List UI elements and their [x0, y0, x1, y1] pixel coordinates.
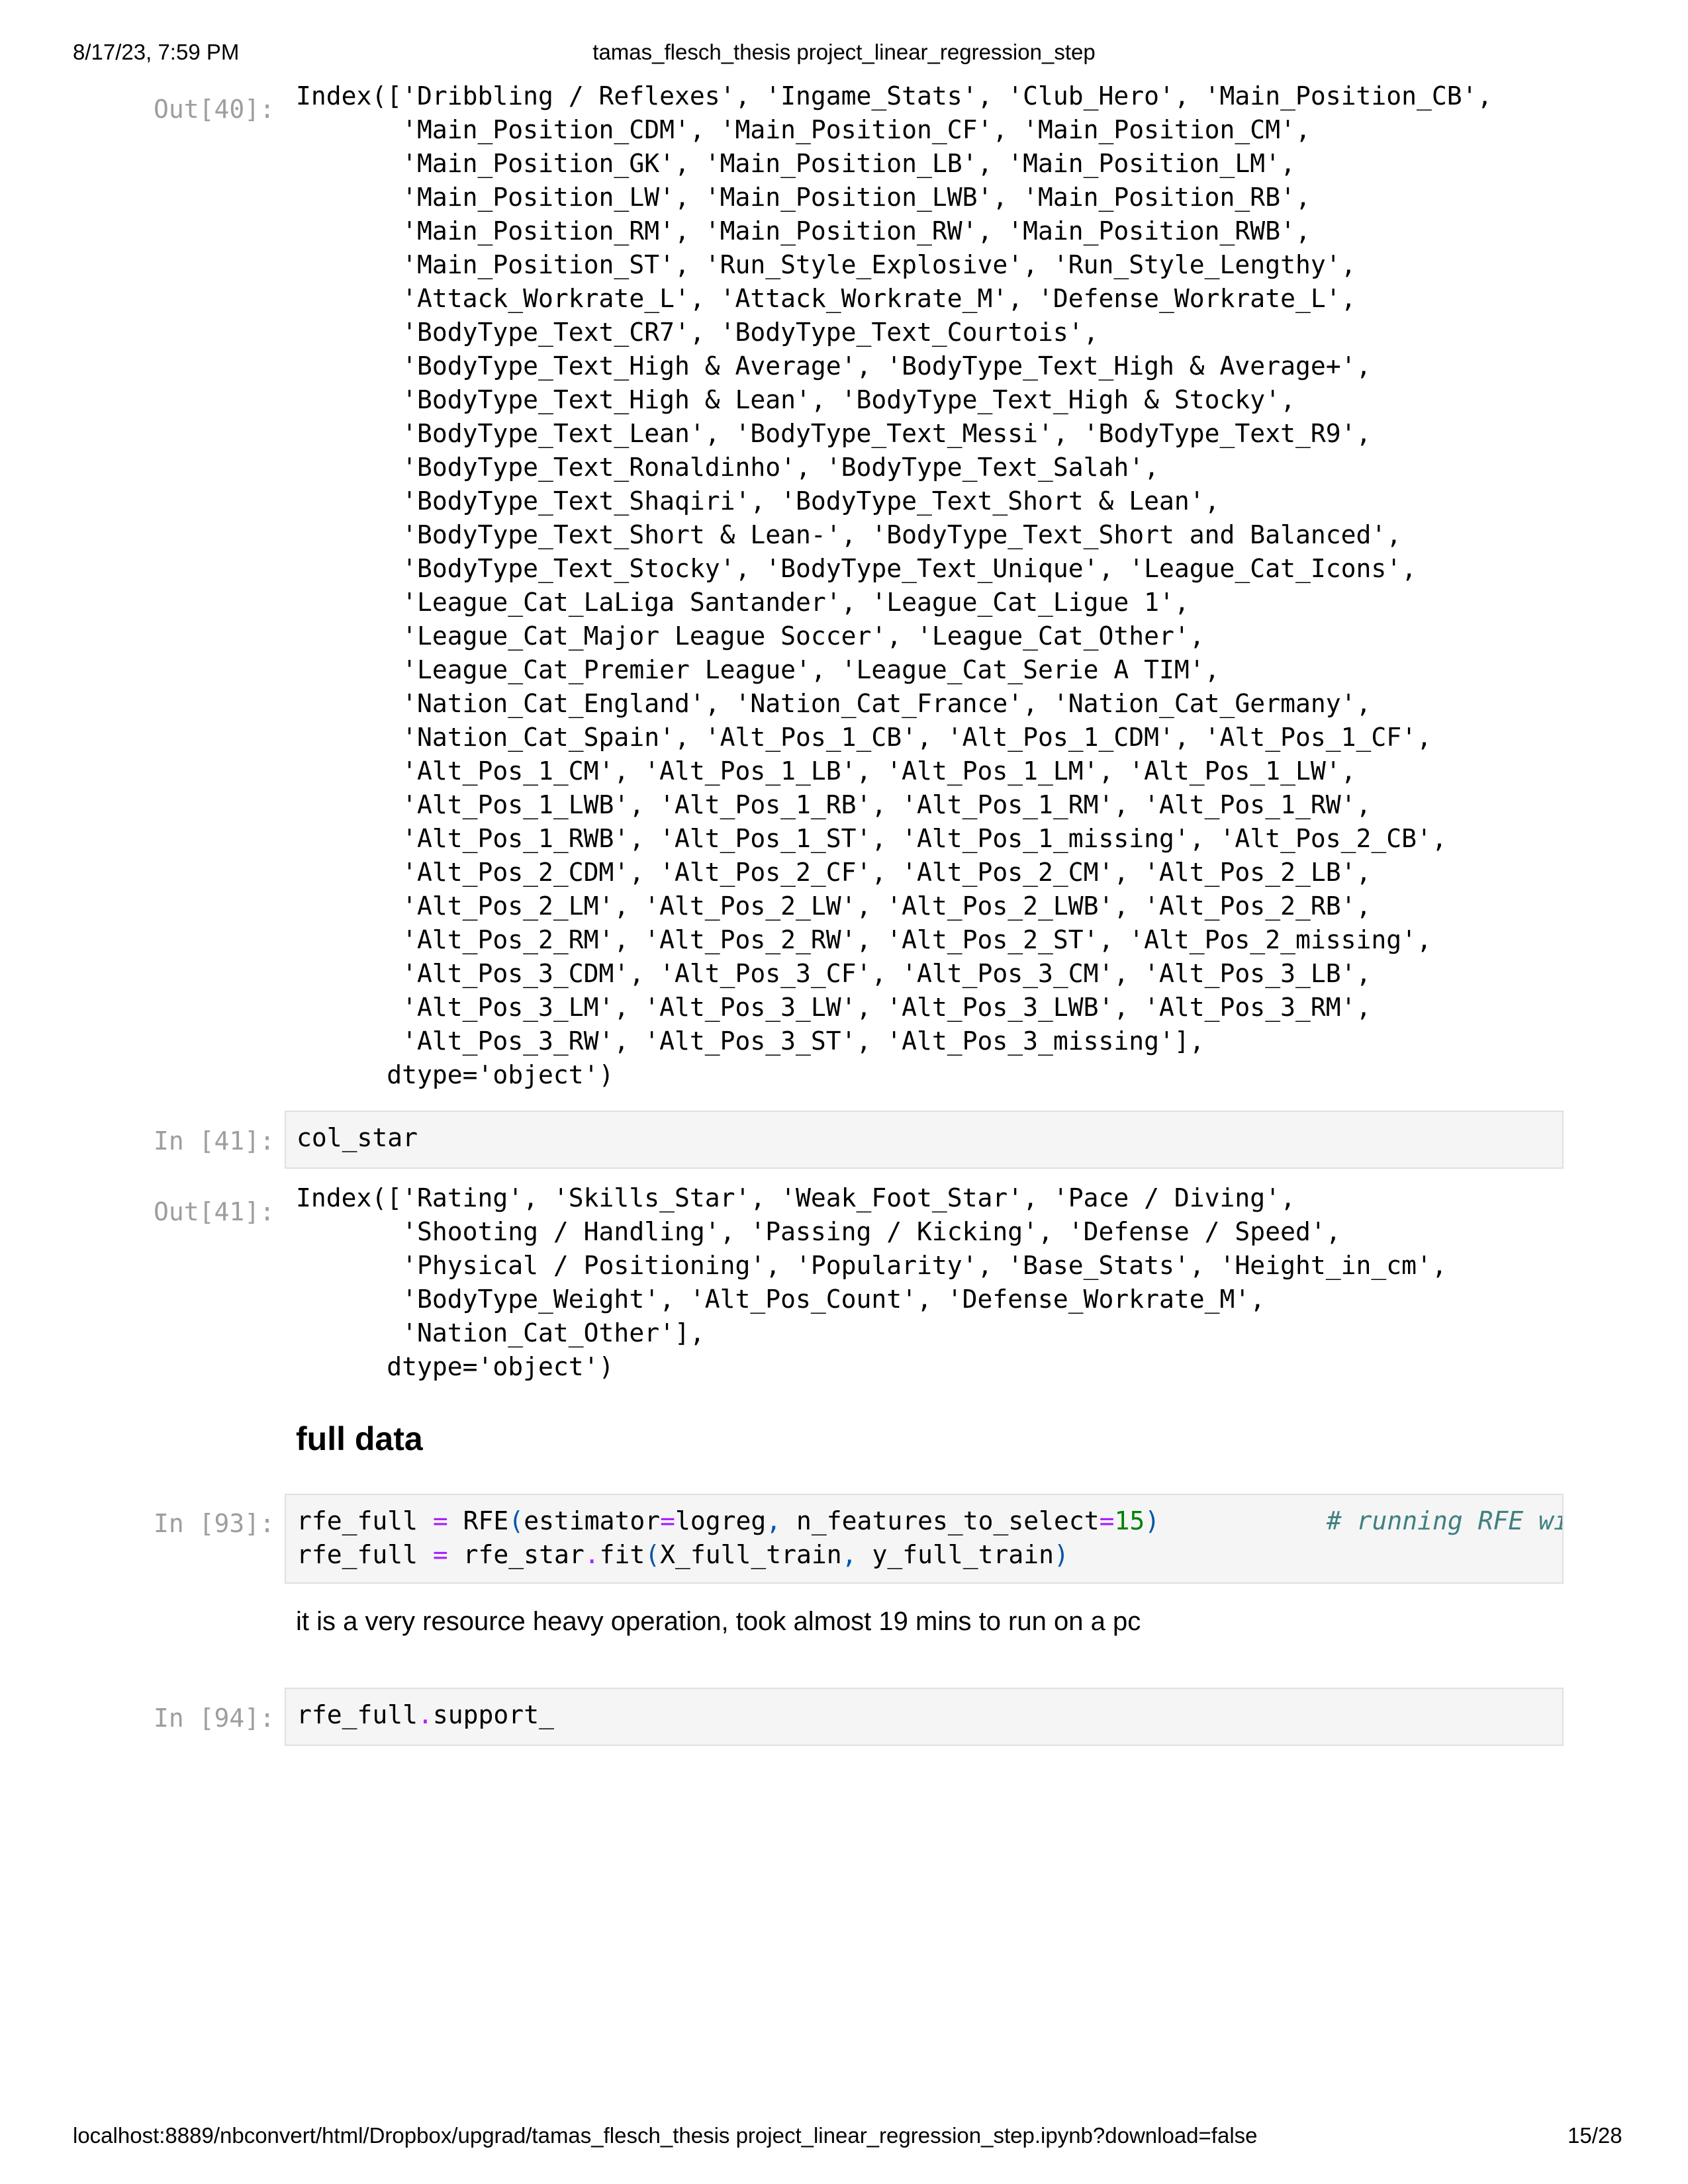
code-token: ) — [1053, 1540, 1069, 1569]
markdown-note: it is a very resource heavy operation, t… — [296, 1607, 1141, 1636]
code-cell-93[interactable]: rfe_full = RFE(estimator=logreg, n_featu… — [285, 1494, 1564, 1584]
print-url: localhost:8889/nbconvert/html/Dropbox/up… — [73, 2123, 1258, 2148]
code-token: . — [584, 1540, 600, 1569]
page-number: 15/28 — [1568, 2123, 1622, 2148]
code-token: rfe_star — [447, 1540, 585, 1569]
code-spacer — [1160, 1506, 1327, 1535]
code-token: ( — [645, 1540, 661, 1569]
code-token: support_ — [432, 1700, 554, 1729]
code-token: = — [432, 1506, 448, 1535]
code-token: = — [1099, 1506, 1115, 1535]
code-token: n_features_to_select — [781, 1506, 1100, 1535]
code-cell-41[interactable]: col_star — [285, 1111, 1564, 1169]
code-token: fit — [599, 1540, 645, 1569]
code-41-text[interactable]: col_star — [286, 1112, 1562, 1155]
code-token: = — [432, 1540, 448, 1569]
code-93-text[interactable]: rfe_full = RFE(estimator=logreg, n_featu… — [286, 1495, 1562, 1572]
input-prompt-94: In [94]: — [154, 1704, 275, 1733]
code-token: estimator — [524, 1506, 661, 1535]
code-token: rfe_full — [297, 1540, 433, 1569]
code-cell-94[interactable]: rfe_full.support_ — [285, 1688, 1564, 1746]
code-token: , — [841, 1540, 857, 1569]
code-token: 15 — [1114, 1506, 1145, 1535]
output-prompt-41: Out[41]: — [154, 1197, 275, 1226]
print-title: tamas_flesch_thesis project_linear_regre… — [592, 40, 1096, 64]
code-token: , — [766, 1506, 782, 1535]
output-prompt-40: Out[40]: — [154, 95, 275, 124]
code-token: X_full_train — [660, 1540, 842, 1569]
code-token: = — [660, 1506, 675, 1535]
markdown-heading-full-data: full data — [296, 1420, 423, 1457]
code-comment: # running RFE wi — [1326, 1506, 1564, 1535]
code-token: ( — [508, 1506, 524, 1535]
code-token: rfe_full — [297, 1700, 418, 1729]
code-94-text[interactable]: rfe_full.support_ — [286, 1689, 1562, 1732]
code-token: . — [418, 1700, 433, 1729]
input-prompt-41: In [41]: — [154, 1126, 275, 1156]
input-prompt-93: In [93]: — [154, 1509, 275, 1538]
code-token: RFE — [447, 1506, 509, 1535]
code-token: rfe_full — [297, 1506, 433, 1535]
code-token: logreg — [675, 1506, 767, 1535]
code-token: y_full_train — [857, 1540, 1054, 1569]
output-41-text[interactable]: Index(['Rating', 'Skills_Star', 'Weak_Fo… — [296, 1181, 1447, 1384]
code-token: ) — [1145, 1506, 1160, 1535]
output-40-text[interactable]: Index(['Dribbling / Reflexes', 'Ingame_S… — [296, 79, 1492, 1092]
